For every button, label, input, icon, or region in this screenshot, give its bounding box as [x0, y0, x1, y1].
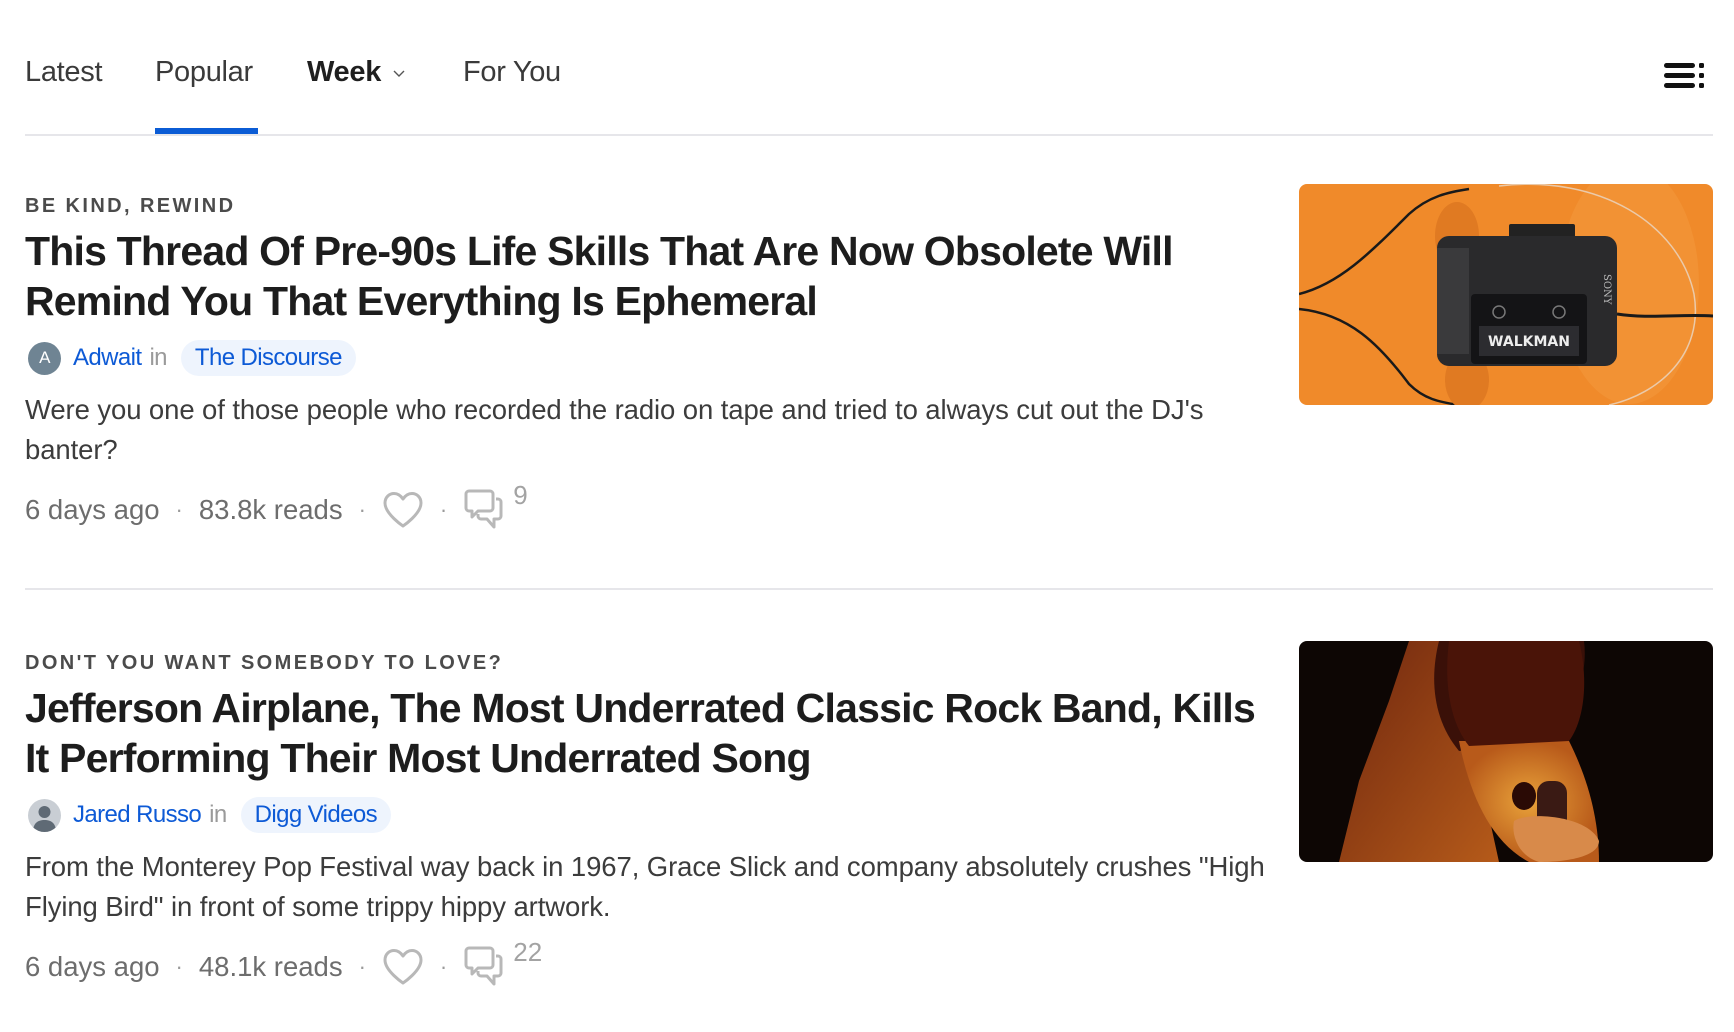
- comments-button[interactable]: [463, 945, 505, 989]
- story-thumbnail[interactable]: WALKMAN SONY: [1299, 184, 1713, 405]
- story-text: Don't You Want Somebody To Love? Jeffers…: [25, 651, 1265, 989]
- in-label: in: [149, 344, 167, 371]
- separator-dot: ·: [439, 497, 448, 522]
- story-time: 6 days ago: [25, 951, 160, 982]
- story-kicker: Don't You Want Somebody To Love?: [25, 652, 504, 674]
- author-link[interactable]: Adwait: [73, 344, 142, 372]
- story-description: Were you one of those people who recorde…: [25, 394, 1204, 465]
- separator-dot: ·: [439, 954, 448, 979]
- story-description: From the Monterey Pop Festival way back …: [25, 851, 1265, 922]
- story-time: 6 days ago: [25, 494, 160, 525]
- story-reads: 83.8k reads: [198, 494, 343, 525]
- heart-icon: [383, 492, 423, 528]
- tab-for-you[interactable]: For You: [463, 52, 561, 92]
- comments-button[interactable]: [463, 488, 505, 532]
- story-byline: Jared Russo in Digg Videos: [25, 795, 1265, 835]
- tab-popular[interactable]: Popular: [155, 52, 253, 92]
- header-divider: [25, 134, 1713, 136]
- separator-dot: ·: [175, 497, 183, 522]
- sony-label: SONY: [1601, 274, 1612, 305]
- avatar[interactable]: [28, 798, 61, 832]
- channel-pill[interactable]: The Discourse: [180, 340, 356, 376]
- author-link[interactable]: Jared Russo: [73, 801, 202, 829]
- story-divider: [25, 588, 1713, 590]
- comments-icon: [464, 946, 503, 986]
- separator-dot: ·: [175, 954, 183, 979]
- tab-latest[interactable]: Latest: [25, 52, 103, 92]
- comment-count: 9: [513, 480, 528, 510]
- tab-week-dropdown[interactable]: Week: [307, 52, 405, 92]
- avatar-initial: A: [39, 348, 50, 367]
- story-title[interactable]: Jefferson Airplane, The Most Underrated …: [25, 683, 1265, 783]
- story-byline: A Adwait in The Discourse: [25, 338, 1265, 378]
- chevron-down-icon: [393, 70, 405, 77]
- story-reads: 48.1k reads: [198, 951, 343, 982]
- user-silhouette-icon: [33, 805, 56, 832]
- list-view-menu-button[interactable]: [1664, 60, 1710, 92]
- separator-dot: ·: [358, 954, 366, 979]
- comments-icon: [464, 489, 503, 529]
- list-menu-icon: [1664, 63, 1704, 88]
- story-thumbnail[interactable]: [1299, 641, 1713, 862]
- heart-icon: [383, 949, 423, 985]
- separator-dot: ·: [358, 497, 366, 522]
- in-label: in: [209, 801, 227, 828]
- story-meta: 6 days ago · 83.8k reads · · 9: [25, 480, 1265, 532]
- walkman-label: WALKMAN: [1488, 334, 1570, 350]
- story-text: Be Kind, Rewind This Thread Of Pre-90s L…: [25, 194, 1265, 532]
- walkman-image: WALKMAN SONY: [1299, 184, 1713, 405]
- story-kicker: Be Kind, Rewind: [25, 195, 236, 217]
- story-meta: 6 days ago · 48.1k reads · · 22: [25, 937, 1265, 989]
- comment-count: 22: [513, 937, 543, 967]
- avatar[interactable]: A: [28, 341, 61, 375]
- like-button[interactable]: [382, 948, 424, 986]
- channel-pill[interactable]: Digg Videos: [240, 797, 392, 833]
- singer-image: [1299, 641, 1713, 862]
- tab-week-label: Week: [307, 56, 382, 88]
- story-title[interactable]: This Thread Of Pre-90s Life Skills That …: [25, 226, 1265, 326]
- like-button[interactable]: [382, 491, 424, 529]
